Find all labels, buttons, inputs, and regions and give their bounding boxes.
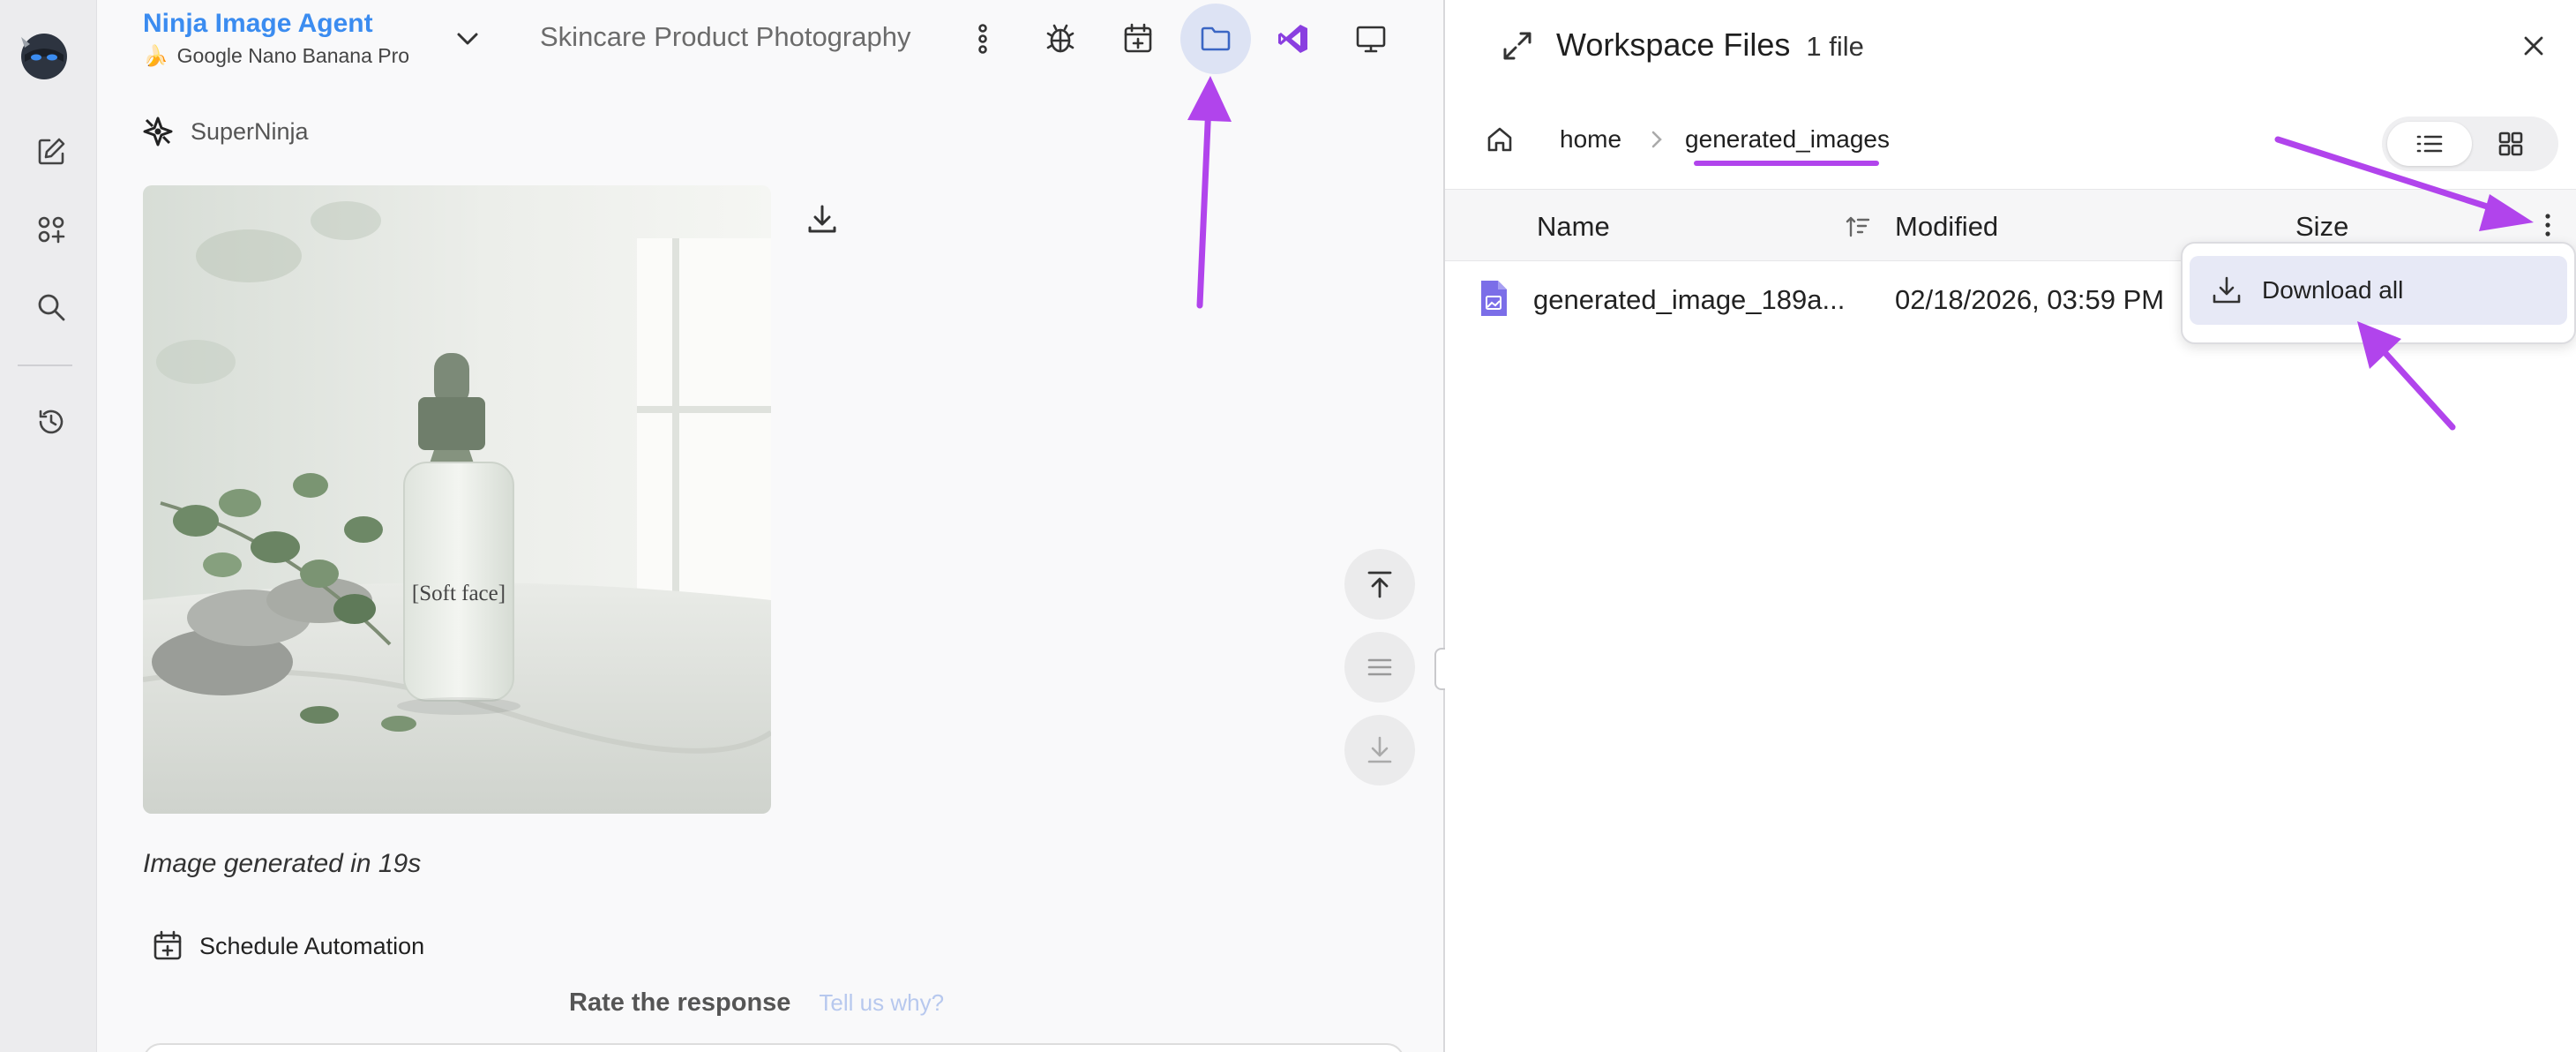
history-icon[interactable]: [25, 395, 78, 448]
chat-title[interactable]: Skincare Product Photography: [540, 21, 935, 53]
workspace-files-panel: Workspace Files 1 file home generated_im…: [1445, 0, 2576, 1052]
panel-title: Workspace Files: [1556, 26, 1791, 63]
breadcrumb-home[interactable]: home: [1560, 125, 1621, 154]
banana-icon: 🍌: [143, 44, 168, 67]
ninja-logo-icon[interactable]: [12, 25, 74, 81]
schedule-automation-label: Schedule Automation: [199, 932, 425, 959]
apps-icon[interactable]: [25, 203, 78, 256]
bug-icon[interactable]: [1025, 4, 1096, 74]
message-author: SuperNinja: [141, 115, 309, 148]
column-size[interactable]: Size: [2295, 211, 2348, 243]
download-icon: [2213, 276, 2241, 304]
column-name[interactable]: Name: [1537, 211, 1610, 243]
view-toggle: [2382, 116, 2558, 171]
left-rail: [0, 0, 97, 1052]
chat-column: Ninja Image Agent 🍌 Google Nano Banana P…: [97, 0, 1443, 1052]
options-menu: Download all: [2181, 242, 2576, 344]
rate-label: Rate the response: [569, 988, 791, 1017]
grid-view-icon[interactable]: [2468, 122, 2553, 166]
superninja-icon: [143, 116, 173, 147]
panel-title-row: Workspace Files 1 file: [1556, 26, 1864, 64]
calendar-add-icon[interactable]: [1103, 4, 1173, 74]
monitor-icon[interactable]: [1336, 4, 1406, 74]
home-icon[interactable]: [1484, 124, 1523, 155]
more-vertical-icon[interactable]: [947, 4, 1018, 74]
download-image-icon[interactable]: [803, 199, 842, 238]
sort-icon[interactable]: [1844, 213, 1872, 241]
outline-icon[interactable]: [1344, 632, 1415, 703]
file-name[interactable]: generated_image_189a...: [1533, 284, 1845, 316]
model-name: Google Nano Banana Pro: [176, 44, 410, 67]
vscode-icon[interactable]: [1258, 4, 1329, 74]
generated-image[interactable]: [Soft face]: [143, 185, 771, 814]
breadcrumb-generated-images[interactable]: generated_images: [1685, 125, 1890, 154]
scroll-to-bottom-icon[interactable]: [1344, 715, 1415, 785]
agent-name[interactable]: Ninja Image Agent: [143, 9, 373, 39]
tell-us-why-link[interactable]: Tell us why?: [819, 989, 944, 1017]
scroll-to-top-icon[interactable]: [1344, 549, 1415, 620]
rate-response: Rate the response Tell us why?: [569, 988, 944, 1018]
search-icon[interactable]: [25, 281, 78, 334]
chevron-down-icon[interactable]: [450, 21, 485, 56]
download-all-button[interactable]: Download all: [2190, 256, 2567, 325]
bottle-label: [Soft face]: [412, 582, 505, 605]
download-all-label: Download all: [2262, 276, 2404, 304]
chevron-right-icon: [1648, 129, 1666, 150]
folder-icon[interactable]: [1180, 4, 1251, 74]
more-options-icon[interactable]: [2542, 209, 2553, 241]
breadcrumb: home generated_images: [1484, 124, 1890, 155]
image-file-icon: [1479, 279, 1509, 318]
list-view-icon[interactable]: [2387, 122, 2472, 166]
rail-divider: [18, 364, 72, 366]
column-modified[interactable]: Modified: [1895, 211, 1998, 243]
close-icon[interactable]: [2516, 28, 2551, 64]
schedule-automation-button[interactable]: Schedule Automation: [152, 930, 424, 962]
expand-icon[interactable]: [1498, 26, 1537, 65]
calendar-add-icon: [154, 930, 182, 960]
file-count: 1 file: [1806, 31, 1864, 62]
author-name: SuperNinja: [191, 117, 309, 145]
image-caption: Image generated in 19s: [143, 849, 422, 878]
file-modified: 02/18/2026, 03:59 PM: [1895, 284, 2165, 315]
new-chat-icon[interactable]: [25, 125, 78, 178]
model-selector[interactable]: 🍌 Google Nano Banana Pro: [143, 44, 425, 68]
annotation-underline: [1694, 161, 1879, 166]
chat-input[interactable]: [143, 1043, 1404, 1052]
